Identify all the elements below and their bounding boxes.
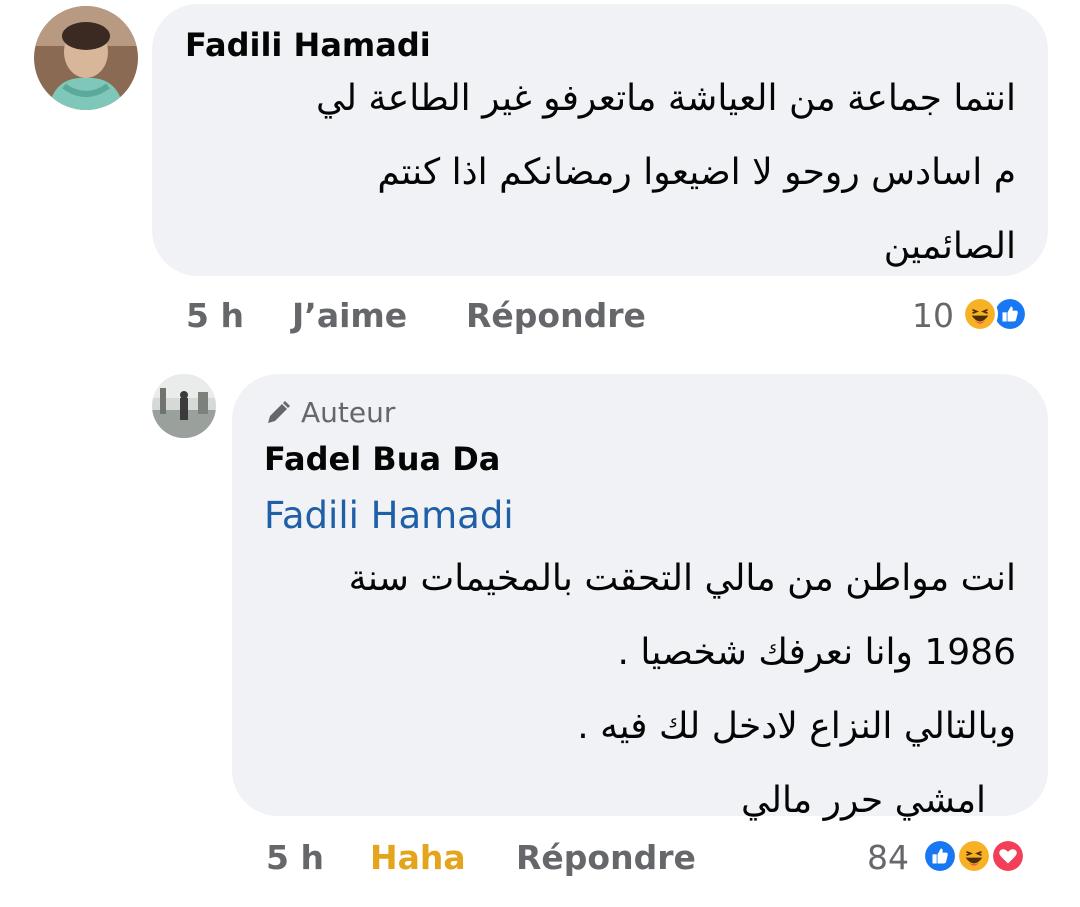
author-badge-label: Auteur xyxy=(301,396,396,429)
comment-timestamp: 5 h xyxy=(186,296,244,335)
like-button[interactable]: J’aime xyxy=(292,296,407,335)
comment-text-line: 1986 وانا نعرفك شخصيا . xyxy=(617,632,1016,673)
reaction-count[interactable]: 10 xyxy=(912,296,954,335)
mention-link[interactable]: Fadili Hamadi xyxy=(264,494,514,537)
pencil-icon xyxy=(268,400,290,423)
comment-text-line: وبالتالي النزاع لادخل لك فيه . xyxy=(577,706,1016,747)
reaction-count[interactable]: 84 xyxy=(867,838,909,877)
haha-icon xyxy=(956,838,992,874)
avatar-image xyxy=(34,6,138,110)
haha-reaction-button[interactable]: Haha xyxy=(370,838,466,877)
comment-author-name[interactable]: Fadili Hamadi xyxy=(185,26,431,64)
comment-author-name[interactable]: Fadel Bua Da xyxy=(264,440,500,478)
avatar-fadili-hamadi[interactable] xyxy=(34,6,138,110)
comment-timestamp: 5 h xyxy=(266,838,324,877)
comment-text-line: الصائمين xyxy=(883,226,1016,267)
avatar-fadel-bua-da[interactable] xyxy=(152,374,216,438)
haha-icon xyxy=(962,296,998,332)
author-badge: Auteur xyxy=(265,396,395,429)
avatar-image xyxy=(152,374,216,438)
comment-text: انت مواطن من مالي التحقت بالمخيمات سنة 1… xyxy=(276,542,1016,838)
comment-text-line: امشي حرر مالي xyxy=(740,780,986,821)
comment-text: انتما جماعة من العياشة ماتعرفو غير الطاع… xyxy=(166,62,1016,284)
reply-button[interactable]: Répondre xyxy=(466,296,646,335)
love-icon xyxy=(990,838,1026,874)
reply-button[interactable]: Répondre xyxy=(516,838,696,877)
comment-text-line: انت مواطن من مالي التحقت بالمخيمات سنة xyxy=(348,558,1016,599)
comment-text-line: م اسادس روحو لا اضيعوا رمضانكم اذا كنتم xyxy=(377,152,1016,193)
like-icon xyxy=(922,838,958,874)
comment-text-line: انتما جماعة من العياشة ماتعرفو غير الطاع… xyxy=(316,78,1016,119)
